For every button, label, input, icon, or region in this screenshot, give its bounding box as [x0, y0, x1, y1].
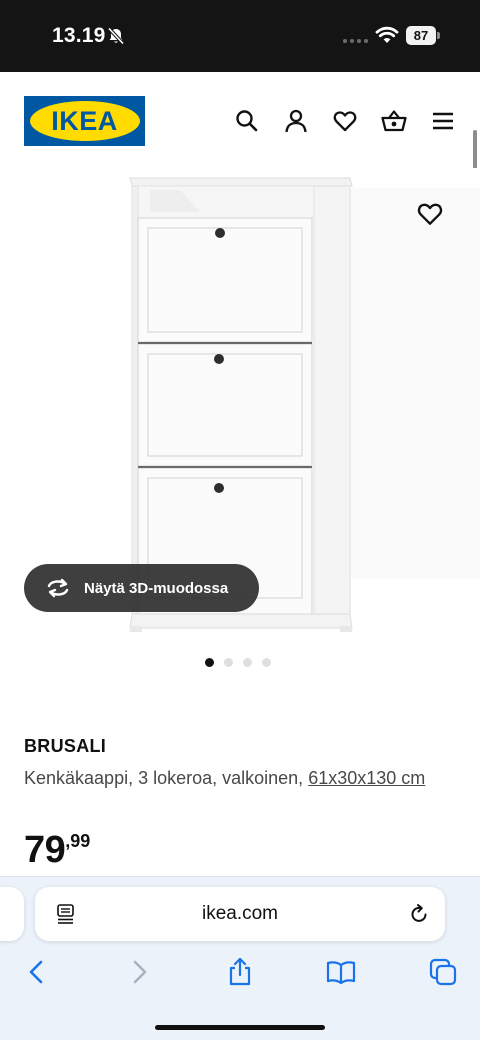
user-icon[interactable] — [283, 108, 309, 134]
ikea-logo[interactable]: IKEA — [24, 96, 145, 146]
logo-text: IKEA — [51, 105, 118, 136]
gallery-dot[interactable] — [224, 658, 233, 667]
search-icon[interactable] — [234, 108, 260, 134]
view-3d-label: Näytä 3D-muodossa — [84, 579, 229, 597]
cart-icon[interactable] — [381, 108, 407, 134]
price-integer: 79 — [24, 829, 66, 871]
product-dimensions-link[interactable]: 61x30x130 cm — [308, 768, 425, 788]
gallery-dot[interactable] — [205, 658, 214, 667]
bookmarks-icon[interactable] — [326, 957, 356, 987]
gallery-dot[interactable] — [243, 658, 252, 667]
back-icon[interactable] — [22, 957, 52, 987]
reload-icon[interactable] — [407, 902, 431, 926]
url-text: ikea.com — [201, 903, 279, 924]
status-time: 13.19 — [52, 24, 106, 47]
battery-icon: 87 — [406, 26, 436, 45]
add-to-favourites-icon[interactable] — [416, 200, 444, 228]
view-3d-button[interactable]: Näytä 3D-muodossa — [24, 564, 259, 612]
product-name: BRUSALI — [24, 736, 107, 756]
share-icon[interactable] — [225, 957, 255, 987]
rotate-3d-icon — [47, 578, 69, 598]
battery-cap — [437, 32, 440, 39]
forward-icon[interactable] — [124, 957, 154, 987]
heart-icon[interactable] — [332, 108, 358, 134]
previous-tab-preview[interactable] — [0, 887, 24, 941]
status-bar: 13.19 87 — [0, 0, 480, 72]
product-price: 79 ,99 — [24, 828, 90, 872]
home-indicator[interactable] — [155, 1025, 325, 1030]
gallery-dot[interactable] — [262, 658, 271, 667]
signal-icon — [343, 39, 368, 43]
address-bar[interactable]: ikea.com — [35, 887, 445, 941]
wifi-icon — [375, 26, 399, 43]
menu-icon[interactable] — [430, 108, 456, 134]
battery-level: 87 — [413, 28, 429, 43]
browser-toolbar: ikea.com — [0, 876, 480, 1040]
gallery-pagination — [205, 658, 271, 667]
product-description-text: Kenkäkaappi, 3 lokeroa, valkoinen, — [24, 768, 304, 788]
product-description: Kenkäkaappi, 3 lokeroa, valkoinen, 61x30… — [24, 764, 444, 792]
bell-off-icon — [107, 27, 125, 45]
site-header: IKEA — [0, 72, 480, 168]
tabs-icon[interactable] — [428, 957, 458, 987]
price-decimal: ,99 — [65, 831, 91, 851]
